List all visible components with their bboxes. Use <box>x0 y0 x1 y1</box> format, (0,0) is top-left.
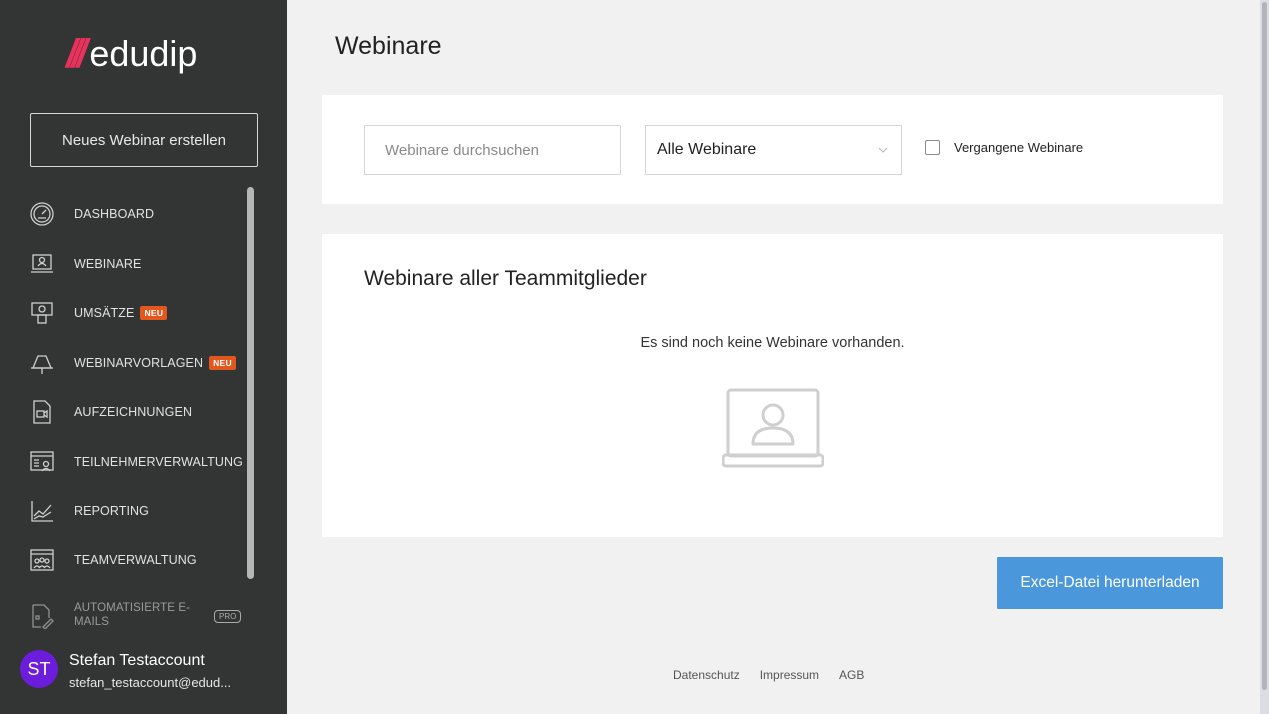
footer-link-agb[interactable]: AGB <box>839 668 864 682</box>
sidebar-item-teilnehmerverwaltung[interactable]: TEILNEHMERVERWALTUNG <box>0 442 250 482</box>
user-email: stefan_testaccount@edud... <box>69 675 232 690</box>
search-input[interactable] <box>364 125 621 175</box>
past-webinars-toggle[interactable]: Vergangene Webinare <box>925 140 1083 155</box>
past-webinars-checkbox[interactable] <box>925 140 940 155</box>
page-title: Webinare <box>335 32 442 60</box>
sidebar-item-umsaetze[interactable]: UMSÄTZE NEU <box>0 293 250 333</box>
webinar-laptop-icon <box>29 251 55 277</box>
sidebar-nav: DASHBOARD WEBINARE UMSÄTZE NEU WEBINARVOR… <box>0 190 287 634</box>
webinar-list-card: Webinare aller Teammitglieder Es sind no… <box>322 234 1223 537</box>
footer-link-datenschutz[interactable]: Datenschutz <box>673 668 740 682</box>
checkbox-label: Vergangene Webinare <box>954 140 1084 155</box>
filter-card: Alle Webinare Vergangene Webinare <box>322 95 1223 204</box>
new-badge: NEU <box>140 306 168 321</box>
sidebar-item-label: TEILNEHMERVERWALTUNG <box>74 455 243 469</box>
webinar-laptop-icon <box>722 388 824 468</box>
sidebar-item-label: WEBINARE <box>74 257 142 271</box>
sidebar-item-label: AUFZEICHNUNGEN <box>74 405 193 419</box>
chevron-down-icon <box>878 147 888 153</box>
footer: Datenschutz Impressum AGB <box>673 668 864 682</box>
sidebar-item-label: DASHBOARD <box>74 207 155 221</box>
sidebar-scrollbar[interactable] <box>247 187 254 579</box>
sidebar-item-reporting[interactable]: REPORTING <box>0 491 250 531</box>
sidebar-item-label: WEBINARVORLAGEN NEU <box>74 356 236 371</box>
logo-text: edudip <box>89 33 198 74</box>
avatar: ST <box>20 650 58 688</box>
new-webinar-button[interactable]: Neues Webinar erstellen <box>30 113 258 167</box>
page-scrollbar[interactable] <box>1262 2 1267 690</box>
recording-icon <box>29 399 55 425</box>
reporting-icon <box>29 498 55 524</box>
sidebar-item-aufzeichnungen[interactable]: AUFZEICHNUNGEN <box>0 392 250 432</box>
pro-badge: PRO <box>214 609 242 623</box>
footer-link-impressum[interactable]: Impressum <box>760 668 819 682</box>
sidebar-item-label: AUTOMATISIERTE E-MAILS <box>74 602 191 628</box>
sidebar-item-label: REPORTING <box>74 504 149 518</box>
sidebar-item-label: TEAMVERWALTUNG <box>74 553 197 567</box>
new-badge: NEU <box>209 356 236 371</box>
sidebar-item-automatisierte-emails[interactable]: AUTOMATISIERTE E-MAILS PRO <box>0 596 250 634</box>
dashboard-icon <box>29 201 55 227</box>
sidebar-item-teamverwaltung[interactable]: TEAMVERWALTUNG <box>0 540 250 580</box>
empty-state-text: Es sind noch keine Webinare vorhanden. <box>640 335 905 351</box>
revenue-icon <box>29 300 55 326</box>
select-value: Alle Webinare <box>657 141 757 158</box>
logo-slashes: /// <box>66 32 87 76</box>
webinar-filter-select[interactable]: Alle Webinare <box>645 125 902 175</box>
list-title: Webinare aller Teammitglieder <box>364 267 647 290</box>
edudip-logo[interactable]: /// edudip <box>66 34 197 74</box>
user-profile[interactable]: ST Stefan Testaccount stefan_testaccount… <box>0 640 287 714</box>
sidebar: /// edudip Neues Webinar erstellen DASHB… <box>0 0 287 714</box>
email-automation-icon <box>29 603 55 629</box>
sidebar-item-label: UMSÄTZE NEU <box>74 306 168 321</box>
sidebar-item-dashboard[interactable]: DASHBOARD <box>0 194 250 234</box>
user-name: Stefan Testaccount <box>69 652 205 669</box>
sidebar-item-webinarvorlagen[interactable]: WEBINARVORLAGEN NEU <box>0 343 250 383</box>
participants-icon <box>29 449 55 475</box>
template-icon <box>29 350 55 376</box>
sidebar-item-webinare[interactable]: WEBINARE <box>0 244 250 284</box>
team-icon <box>29 547 55 573</box>
excel-download-button[interactable]: Excel-Datei herunterladen <box>997 557 1223 609</box>
